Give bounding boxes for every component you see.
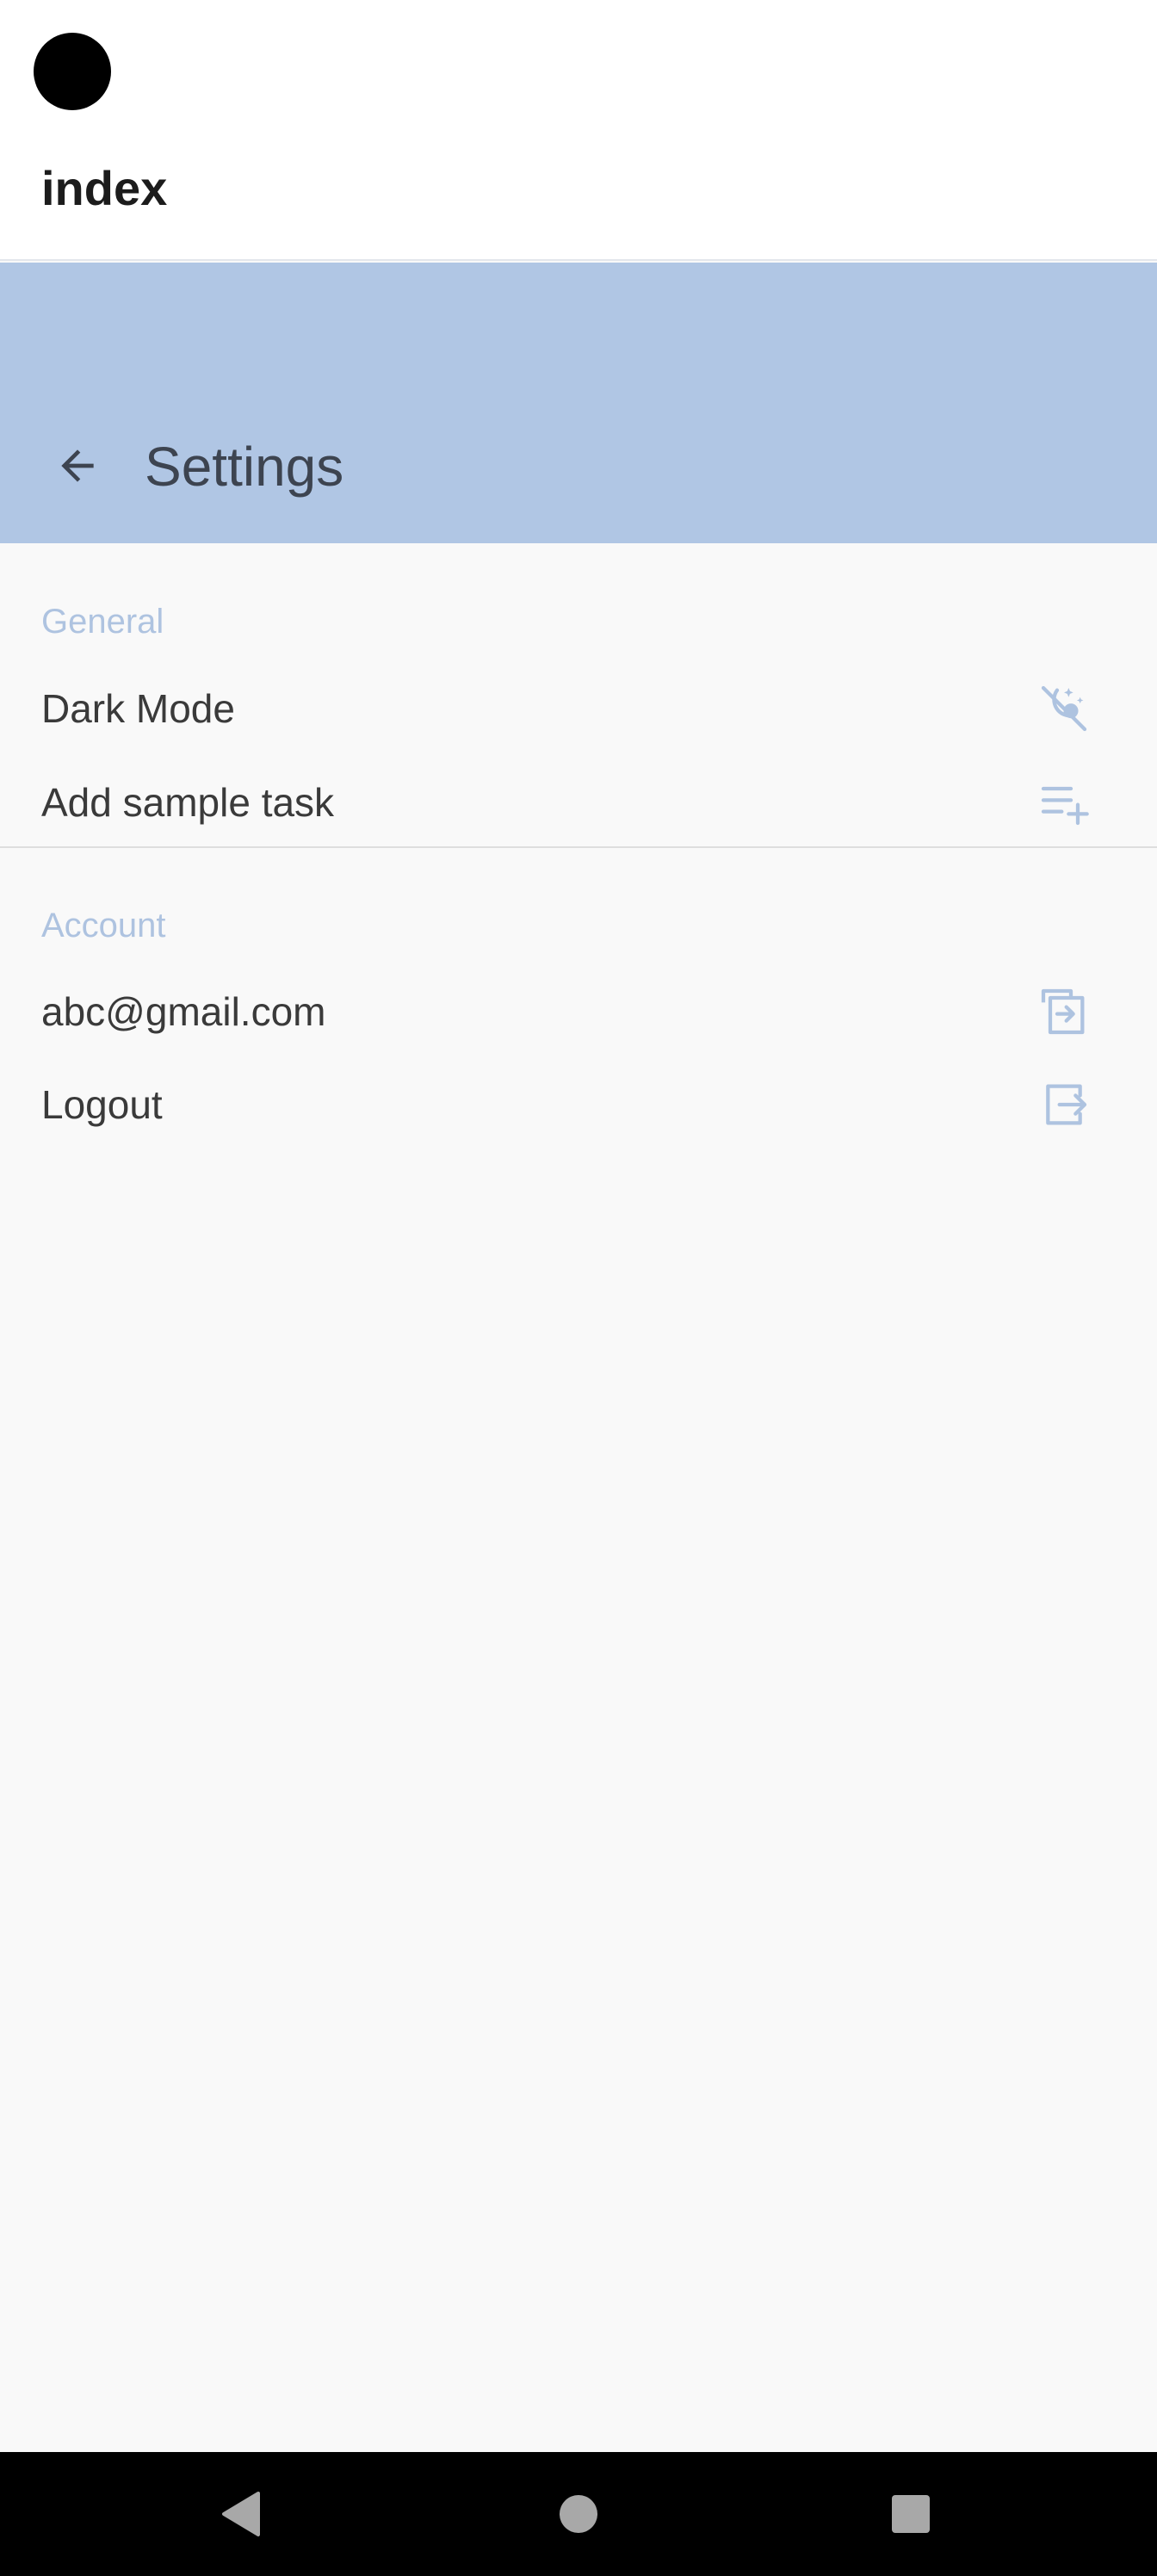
nav-recents-button[interactable]	[876, 2480, 945, 2548]
nav-back-button[interactable]	[207, 2480, 275, 2548]
app-bar: Settings	[0, 263, 1157, 543]
nav-back-icon	[222, 2492, 260, 2536]
section-header-general: General	[41, 603, 164, 641]
system-nav-bar	[0, 2452, 1157, 2576]
logout-row[interactable]: Logout	[0, 1063, 1157, 1146]
add-sample-task-label: Add sample task	[41, 780, 335, 825]
page-title: index	[41, 161, 168, 215]
add-sample-task-row[interactable]: Add sample task	[0, 761, 1157, 844]
app-bar-title: Settings	[145, 436, 344, 498]
arrow-back-icon	[61, 449, 94, 482]
logout-label: Logout	[41, 1082, 163, 1127]
account-email-label: abc@gmail.com	[41, 989, 326, 1034]
account-email-row[interactable]: abc@gmail.com	[0, 970, 1157, 1053]
dark-mode-label: Dark Mode	[41, 686, 235, 731]
playlist-add-icon[interactable]	[1030, 768, 1098, 837]
dark-mode-icon[interactable]	[1030, 674, 1098, 743]
logout-icon[interactable]	[1030, 1070, 1098, 1139]
dark-mode-row[interactable]: Dark Mode	[0, 667, 1157, 750]
section-divider	[0, 846, 1157, 848]
nav-home-button[interactable]	[544, 2480, 613, 2548]
nav-home-icon	[560, 2495, 597, 2533]
camera-cutout	[34, 33, 111, 110]
section-header-account: Account	[41, 907, 166, 944]
back-button[interactable]	[34, 423, 121, 509]
settings-screen: index Settings General Dark Mode Add sam…	[0, 0, 1157, 2576]
top-header: index	[0, 0, 1157, 261]
nav-recents-icon	[892, 2495, 930, 2533]
switch-account-icon[interactable]	[1030, 977, 1098, 1046]
